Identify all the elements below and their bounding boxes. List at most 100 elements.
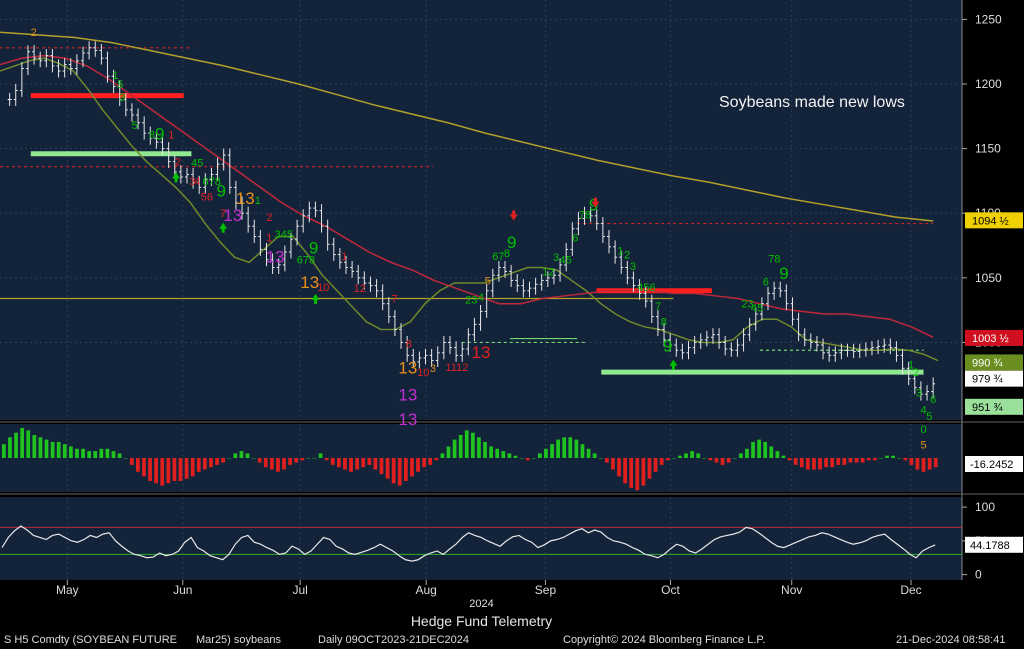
x-axis-year: 2024 [469,598,494,610]
macd-histogram-bar [751,441,755,458]
macd-histogram-bar [178,458,183,481]
macd-histogram-bar [592,453,597,458]
macd-histogram-bar [239,451,244,458]
macd-histogram-bar [26,430,31,458]
macd-histogram-bar [403,458,408,481]
sequential-count-label: 5 [132,120,138,132]
macd-histogram-bar [227,458,232,459]
sequential-count-label: 1112 [446,362,469,374]
sequential-count-label: 12 [354,283,366,295]
sequential-count-label: 13 [266,247,285,266]
macd-histogram-bar [933,458,938,468]
macd-histogram-bar [343,458,347,470]
macd-histogram-bar [367,458,372,465]
macd-histogram-bar [56,441,61,458]
macd-histogram-bar [891,455,895,458]
macd-histogram-bar [799,458,804,468]
macd-histogram-bar [50,441,55,458]
sequential-count-label: 5 [920,439,926,451]
sequential-count-label: 12 [542,266,554,278]
sequential-count-label: 3 [630,261,636,273]
macd-histogram-bar [245,453,250,458]
sequential-count-label: 56 [201,191,213,203]
macd-histogram-bar [915,458,920,470]
sequential-count-label: 9 [507,233,516,252]
sequential-count-label: 5 [926,411,932,423]
sequential-count-label: 45 [751,302,763,314]
macd-histogram-bar [306,458,311,459]
macd-histogram-bar [495,448,500,458]
macd-histogram-bar [909,458,914,465]
macd-histogram-bar [154,458,159,484]
macd-histogram-bar [781,455,786,458]
macd-histogram-bar [812,458,816,470]
macd-histogram-bar [623,458,627,484]
macd-histogram-bar [562,437,567,458]
footer-copyright: Copyright© 2024 Bloomberg Finance L.P. [563,634,766,646]
price-marker-label: 1094 ½ [972,215,1009,227]
sequential-count-label: 2 [175,156,181,168]
macd-histogram-bar [525,458,530,461]
macd-histogram-bar [318,453,323,458]
macd-histogram-bar [373,458,378,470]
macd-histogram-bar [324,458,329,461]
macd-histogram-bar [824,458,828,468]
sequential-count-label: 9 [663,337,672,356]
sequential-count-label: 8 [406,339,412,351]
sequential-count-label: 5 [485,275,491,287]
macd-histogram-bar [854,458,859,463]
macd-histogram-bar [860,458,865,463]
macd-histogram-bar [300,458,305,461]
macd-histogram-bar [135,458,140,472]
sequential-count-label: 4 [194,176,200,188]
macd-histogram-bar [142,458,146,477]
sequential-count-label: 345 [275,229,293,241]
macd-histogram-bar [550,444,554,458]
footer-timestamp: 21-Dec-2024 08:58:41 [896,634,1006,646]
macd-histogram-bar [921,458,926,472]
sequential-count-label: 3 [119,92,125,104]
sequential-count-label: 10 [417,367,429,379]
sequential-count-label: 8 [661,317,667,329]
chart-credit: Hedge Fund Telemetry [410,613,553,629]
month-tick-label: Jul [292,583,307,597]
macd-histogram-bar [117,453,122,458]
sequential-count-label: 45 [560,255,572,267]
macd-histogram-bar [129,458,134,465]
macd-histogram-bar [221,458,226,463]
macd-histogram-bar [787,458,792,461]
macd-histogram-bar [769,446,774,458]
sequential-count-label: 9 [309,238,318,257]
macd-histogram-bar [434,458,439,461]
macd-histogram-bar [763,441,768,458]
macd-histogram-bar [659,458,664,465]
footer-contract: Mar25) soybeans [196,634,281,646]
macd-histogram-bar [44,439,49,458]
macd-histogram-bar [269,458,274,470]
macd-histogram-bar [312,458,317,459]
macd-histogram-bar [294,458,299,463]
macd-histogram-bar [635,458,640,491]
macd-histogram-bar [848,458,853,463]
macd-histogram-bar [611,458,615,470]
macd-histogram-bar [68,446,73,458]
macd-histogram-bar [349,458,353,472]
macd-histogram-bar [282,458,286,470]
macd-histogram-bar [629,458,634,488]
macd-histogram-bar [775,451,780,458]
sequential-count-label: 13 [398,358,417,377]
macd-histogram-bar [879,458,883,459]
sequential-count-label: 1 [617,246,623,258]
sequential-count-label: 456 [637,282,655,294]
macd-histogram-bar [464,430,469,458]
sequential-count-label: 7 [655,301,661,313]
footer-bar: S H5 Comdty (SOYBEAN FUTURE Mar25) soybe… [0,631,1024,649]
macd-histogram-bar [671,458,676,459]
rsi-tick-label: 0 [975,568,982,582]
macd-histogram-bar [446,446,451,458]
macd-histogram-bar [38,437,43,458]
macd-histogram-bar [690,451,694,458]
sequential-count-label: 3 [430,363,436,375]
sequential-count-label: 13 [223,206,242,225]
rsi-panel [0,497,962,580]
